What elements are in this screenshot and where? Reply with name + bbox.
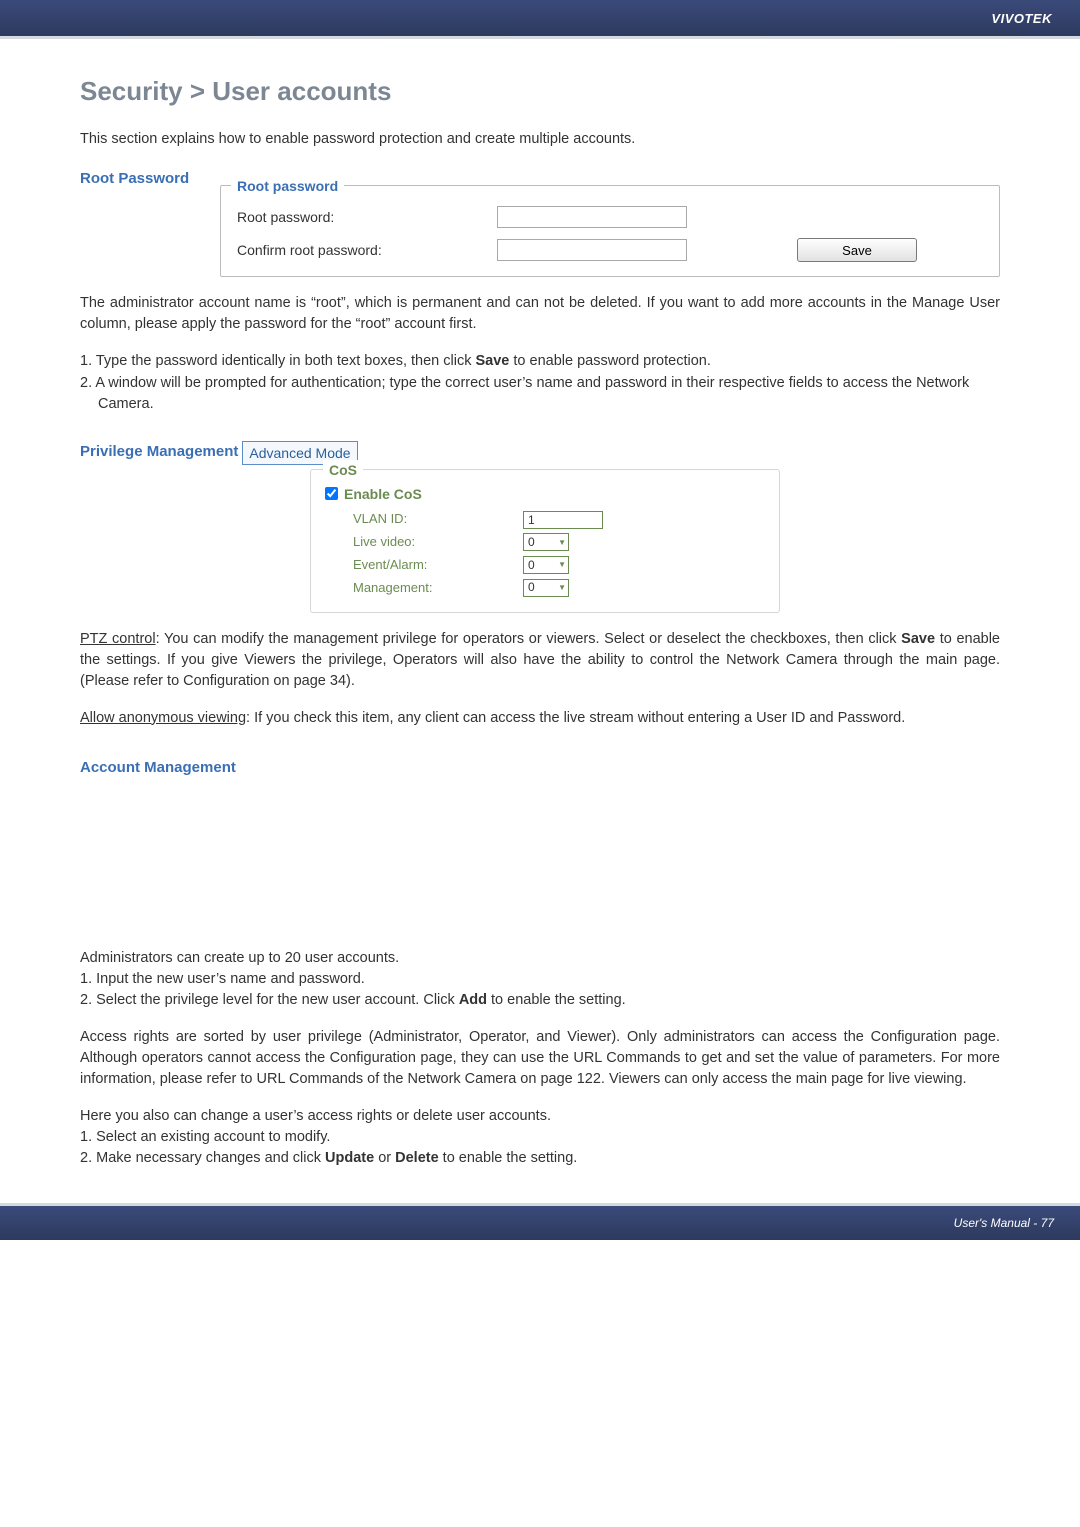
- management-label: Management:: [353, 579, 523, 598]
- cos-legend: CoS: [323, 460, 363, 480]
- chevron-down-icon: ▼: [558, 559, 566, 571]
- live-video-row: Live video: 0 ▼: [353, 533, 763, 552]
- step-1-bold: Save: [475, 353, 509, 369]
- live-video-select[interactable]: 0 ▼: [523, 533, 569, 551]
- am-step2-bold: Add: [459, 992, 487, 1008]
- am-p2: Access rights are sorted by user privile…: [80, 1027, 1000, 1090]
- enable-cos-label[interactable]: Enable CoS: [325, 484, 763, 504]
- event-alarm-row: Event/Alarm: 0 ▼: [353, 556, 763, 575]
- ptz-text-bold: Save: [901, 631, 935, 647]
- chevron-down-icon: ▼: [558, 582, 566, 594]
- step-2: 2. A window will be prompted for authent…: [80, 373, 1000, 415]
- save-button[interactable]: Save: [797, 238, 917, 262]
- step-1-pre: 1. Type the password identically in both…: [80, 353, 475, 369]
- live-video-label: Live video:: [353, 533, 523, 552]
- am-mod-step2-pre: 2. Make necessary changes and click: [80, 1150, 325, 1166]
- am-step2: 2. Select the privilege level for the ne…: [80, 990, 1000, 1011]
- am-step2-pre: 2. Select the privilege level for the ne…: [80, 992, 459, 1008]
- privilege-heading: Privilege Management: [80, 441, 238, 463]
- enable-cos-text: Enable CoS: [344, 484, 422, 504]
- am-mod-step2-mid: or: [374, 1150, 395, 1166]
- page-content: Security > User accounts This section ex…: [0, 39, 1080, 1203]
- cos-wrapper: CoS Enable CoS VLAN ID: Live video: 0 ▼ …: [310, 469, 1000, 613]
- am-mod-step1: 1. Select an existing account to modify.: [80, 1127, 1000, 1148]
- am-create-steps: 1. Input the new user’s name and passwor…: [80, 969, 1000, 1011]
- chevron-down-icon: ▼: [558, 537, 566, 549]
- anonymous-viewing-text: : If you check this item, any client can…: [246, 710, 905, 726]
- header-bar: VIVOTEK: [0, 0, 1080, 36]
- footer-bar: User's Manual - 77: [0, 1206, 1080, 1240]
- root-password-legend: Root password: [231, 176, 344, 196]
- root-password-row: Root password:: [237, 206, 983, 228]
- step-1-post: to enable password protection.: [509, 353, 711, 369]
- anonymous-viewing-label: Allow anonymous viewing: [80, 710, 246, 726]
- ptz-control-paragraph: PTZ control: You can modify the manageme…: [80, 629, 1000, 692]
- am-modify-steps: 1. Select an existing account to modify.…: [80, 1127, 1000, 1169]
- root-password-label: Root password:: [237, 207, 497, 227]
- step-1: 1. Type the password identically in both…: [80, 351, 1000, 372]
- enable-cos-checkbox[interactable]: [325, 487, 338, 500]
- management-value: 0: [528, 579, 535, 596]
- management-select[interactable]: 0 ▼: [523, 579, 569, 597]
- event-alarm-label: Event/Alarm:: [353, 556, 523, 575]
- am-mod-step2: 2. Make necessary changes and click Upda…: [80, 1148, 1000, 1169]
- am-mod-step2-post: to enable the setting.: [439, 1150, 578, 1166]
- root-password-steps: 1. Type the password identically in both…: [80, 351, 1000, 414]
- vlan-id-row: VLAN ID:: [353, 510, 763, 529]
- ptz-text-pre: : You can modify the management privileg…: [156, 631, 902, 647]
- ptz-control-label: PTZ control: [80, 631, 156, 647]
- am-mod-step2-bold1: Update: [325, 1150, 374, 1166]
- am-step1: 1. Input the new user’s name and passwor…: [80, 969, 1000, 990]
- confirm-password-input[interactable]: [497, 239, 687, 261]
- live-video-value: 0: [528, 534, 535, 551]
- am-step2-post: to enable the setting.: [487, 992, 626, 1008]
- event-alarm-value: 0: [528, 557, 535, 574]
- root-password-panel: Root password Root password: Confirm roo…: [220, 185, 1000, 277]
- cos-panel: CoS Enable CoS VLAN ID: Live video: 0 ▼ …: [310, 469, 780, 613]
- vlan-id-input[interactable]: [523, 511, 603, 529]
- root-password-description: The administrator account name is “root”…: [80, 293, 1000, 335]
- anonymous-viewing-paragraph: Allow anonymous viewing: If you check th…: [80, 708, 1000, 729]
- confirm-password-row: Confirm root password: Save: [237, 238, 983, 262]
- am-p3: Here you also can change a user’s access…: [80, 1106, 1000, 1127]
- account-management-heading: Account Management: [80, 757, 1000, 779]
- brand-text: VIVOTEK: [991, 11, 1052, 26]
- vlan-id-label: VLAN ID:: [353, 510, 523, 529]
- am-mod-step2-bold2: Delete: [395, 1150, 439, 1166]
- management-row: Management: 0 ▼: [353, 579, 763, 598]
- footer-text: User's Manual - 77: [954, 1216, 1054, 1230]
- root-password-input[interactable]: [497, 206, 687, 228]
- confirm-password-label: Confirm root password:: [237, 240, 497, 260]
- page-title: Security > User accounts: [80, 73, 1000, 111]
- intro-text: This section explains how to enable pass…: [80, 129, 1000, 150]
- privilege-heading-row: Privilege Management Advanced Mode: [80, 441, 1000, 465]
- am-p1: Administrators can create up to 20 user …: [80, 948, 1000, 969]
- event-alarm-select[interactable]: 0 ▼: [523, 556, 569, 574]
